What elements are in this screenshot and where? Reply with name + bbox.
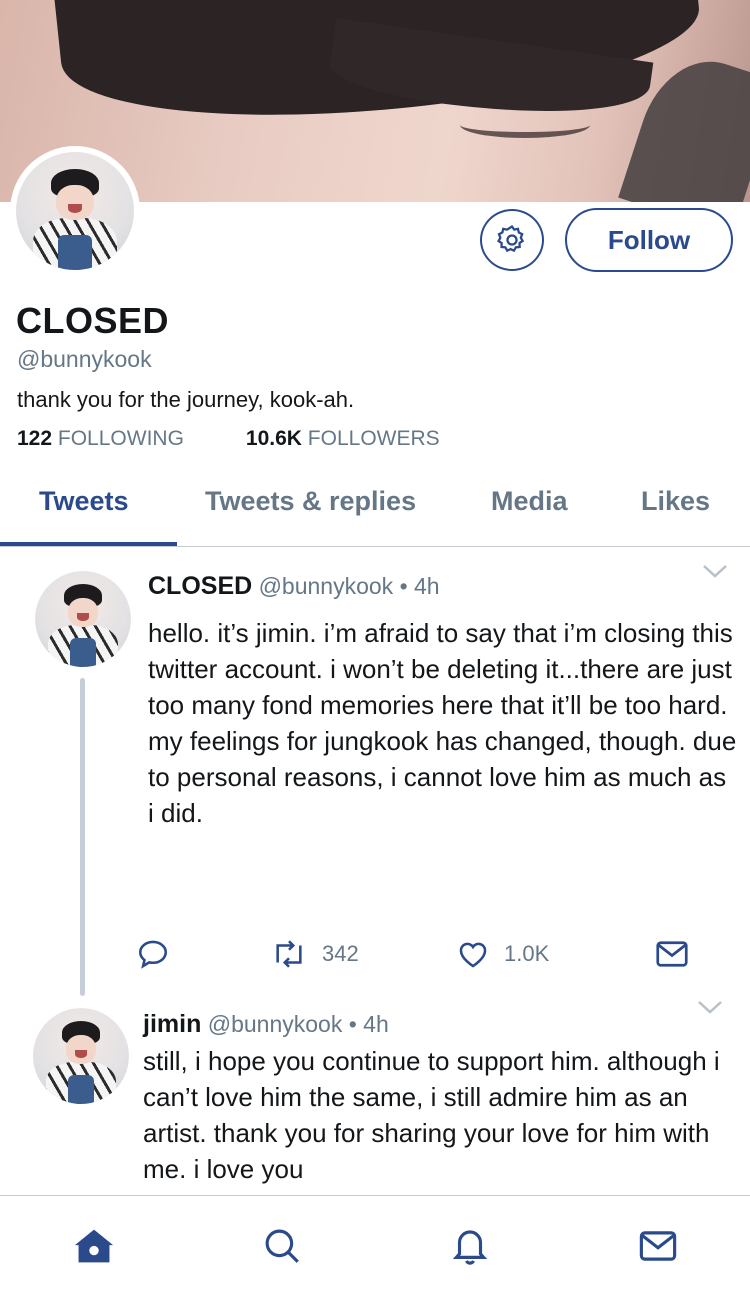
direct-message-button[interactable]	[654, 937, 704, 971]
profile-bio: thank you for the journey, kook-ah.	[17, 387, 355, 412]
followers-label: FOLLOWERS	[307, 427, 440, 450]
profile-handle: @bunnykook	[17, 346, 152, 372]
chevron-down-icon[interactable]	[695, 996, 725, 1018]
home-icon	[74, 1229, 114, 1263]
retweet-button[interactable]: 342	[270, 937, 359, 971]
tab-tweets-and-replies[interactable]: Tweets & replies	[205, 486, 416, 517]
following-label: FOLLOWING	[57, 427, 184, 450]
nav-search[interactable]	[260, 1224, 304, 1268]
like-button[interactable]: 1.0K	[456, 937, 549, 971]
bell-icon	[452, 1230, 488, 1265]
tweet-header: jimin @bunnykook • 4h	[143, 1010, 389, 1039]
profile-counts: 122 FOLLOWING 10.6K FOLLOWERS	[17, 427, 440, 451]
active-tab-indicator	[0, 542, 177, 546]
bottom-navigation	[0, 1195, 750, 1293]
envelope-icon	[656, 941, 688, 967]
tweet-meta: @bunnykook • 4h	[207, 1011, 389, 1037]
reply-button[interactable]	[136, 937, 184, 971]
gear-icon	[497, 225, 525, 253]
mail-icon	[639, 1231, 677, 1261]
following-count: 122	[17, 427, 53, 450]
chevron-down-icon[interactable]	[700, 560, 730, 582]
heart-icon	[459, 942, 487, 968]
tweet-meta: @bunnykook • 4h	[258, 573, 440, 599]
like-count: 1.0K	[504, 941, 550, 966]
follow-button[interactable]: Follow	[565, 208, 733, 272]
tweet-avatar[interactable]	[35, 571, 131, 667]
tweet-text: still, i hope you continue to support hi…	[143, 1046, 720, 1184]
following-link[interactable]: 122 FOLLOWING	[17, 427, 184, 450]
tab-likes[interactable]: Likes	[641, 486, 710, 517]
profile-avatar[interactable]	[10, 146, 140, 276]
tab-media[interactable]: Media	[491, 486, 568, 517]
search-icon	[265, 1229, 299, 1263]
nav-messages[interactable]	[636, 1224, 680, 1268]
thread-connector-line	[80, 678, 85, 996]
followers-link[interactable]: 10.6K FOLLOWERS	[246, 427, 440, 450]
tweet-header: CLOSED @bunnykook • 4h	[148, 572, 440, 601]
profile-tabs: Tweets Tweets & replies Media Likes	[0, 470, 750, 547]
nav-notifications[interactable]	[448, 1224, 492, 1268]
reply-icon	[138, 940, 168, 969]
retweet-icon	[276, 940, 302, 968]
tab-tweets[interactable]: Tweets	[39, 486, 129, 517]
tweet-avatar[interactable]	[33, 1008, 129, 1104]
tweet-author-name[interactable]: CLOSED	[148, 572, 252, 600]
settings-button[interactable]	[480, 209, 544, 271]
retweet-count: 342	[322, 941, 359, 966]
followers-count: 10.6K	[245, 427, 302, 450]
profile-display-name: CLOSED	[16, 300, 170, 341]
nav-home[interactable]	[72, 1224, 116, 1268]
tweet-text: hello. it’s jimin. i’m afraid to say tha…	[148, 618, 737, 828]
tweet-author-name[interactable]: jimin	[143, 1010, 201, 1038]
